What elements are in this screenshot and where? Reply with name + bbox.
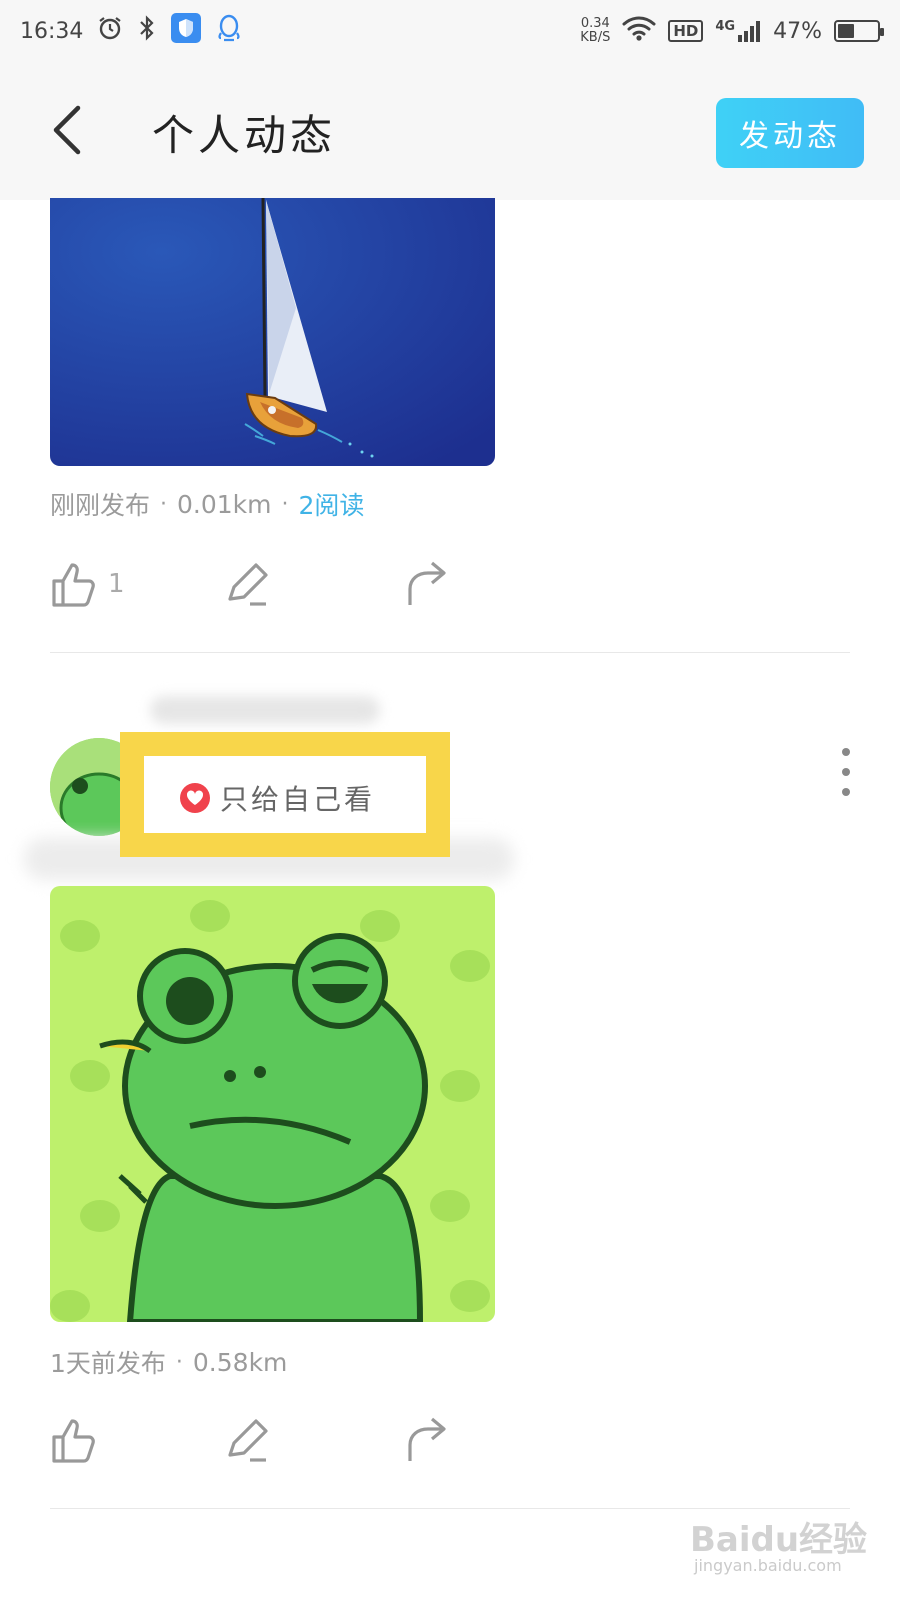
post-divider	[50, 652, 850, 653]
more-dot	[842, 768, 850, 776]
separator-dot: ·	[175, 1349, 183, 1375]
status-bar-right: 0.34 KB/S HD 4G 47%	[580, 15, 884, 47]
edit-pen-icon	[228, 1419, 268, 1462]
network-speed: 0.34 KB/S	[580, 17, 610, 45]
status-bar: 16:34 0.34 KB/S HD 4G 47%	[0, 0, 900, 62]
more-dot	[842, 748, 850, 756]
page-title: 个人动态	[152, 111, 337, 160]
heart-icon	[180, 783, 210, 813]
bluetooth-icon	[137, 15, 157, 47]
separator-dot: ·	[281, 491, 289, 517]
app-header: 个人动态 发动态	[0, 62, 900, 200]
share-button[interactable]	[404, 556, 448, 612]
read-count-link[interactable]: 2阅读	[299, 486, 365, 522]
separator-dot: ·	[160, 491, 168, 517]
like-count: 1	[108, 569, 125, 599]
share-button[interactable]	[404, 1412, 448, 1468]
more-options-button[interactable]	[838, 748, 854, 796]
thumbs-up-icon	[52, 563, 95, 607]
status-bar-left: 16:34	[20, 13, 243, 49]
edit-pen-icon	[228, 563, 268, 606]
post-actions: 1	[50, 556, 470, 612]
more-dot	[842, 788, 850, 796]
comment-button[interactable]	[222, 556, 272, 612]
blurred-username	[150, 696, 380, 724]
signal-icon	[738, 21, 761, 42]
hd-badge: HD	[668, 20, 704, 42]
watermark: Baidu经验	[690, 1520, 868, 1560]
frog-image	[50, 886, 495, 1322]
shield-app-icon	[171, 13, 202, 49]
back-button[interactable]	[48, 102, 98, 162]
network-speed-value: 0.34	[580, 16, 610, 31]
alarm-icon	[97, 15, 123, 47]
like-button[interactable]	[50, 1412, 98, 1468]
screen: 16:34 0.34 KB/S HD 4G 47% 个人动态 发动态 刚刚发布 …	[0, 0, 900, 1600]
wifi-icon	[622, 15, 656, 47]
network-speed-unit: KB/S	[580, 30, 611, 45]
post-time: 刚刚发布	[50, 491, 151, 520]
post-divider	[50, 1508, 850, 1509]
battery-level	[838, 24, 854, 38]
like-button[interactable]: 1	[50, 556, 125, 612]
post-image-sailboat[interactable]	[50, 198, 495, 466]
back-arrow-icon	[53, 105, 81, 155]
post-meta: 刚刚发布 · 0.01km · 2阅读	[50, 486, 364, 522]
battery-percent: 47%	[773, 18, 822, 44]
signal-group: 4G	[715, 19, 761, 43]
post-meta: 1天前发布 · 0.58km	[50, 1344, 287, 1380]
privacy-label: 只给自己看	[220, 783, 376, 816]
post-distance: 0.58km	[192, 1347, 288, 1377]
post-image-frog[interactable]	[50, 886, 495, 1322]
comment-button[interactable]	[222, 1412, 272, 1468]
privacy-tag: 只给自己看	[180, 778, 375, 818]
share-arrow-icon	[408, 1417, 446, 1461]
network-type: 4G	[715, 19, 736, 34]
watermark-url: jingyan.baidu.com	[694, 1556, 842, 1575]
status-time: 16:34	[20, 18, 84, 44]
sailboat-image	[50, 198, 495, 466]
qq-icon	[215, 13, 243, 49]
post-distance: 0.01km	[177, 489, 272, 519]
post-actions	[50, 1412, 470, 1468]
post-moment-button[interactable]: 发动态	[716, 98, 864, 168]
thumbs-up-icon	[52, 1419, 95, 1463]
battery-icon	[834, 20, 884, 42]
post-time: 1天前发布	[50, 1349, 166, 1378]
share-arrow-icon	[408, 561, 446, 605]
